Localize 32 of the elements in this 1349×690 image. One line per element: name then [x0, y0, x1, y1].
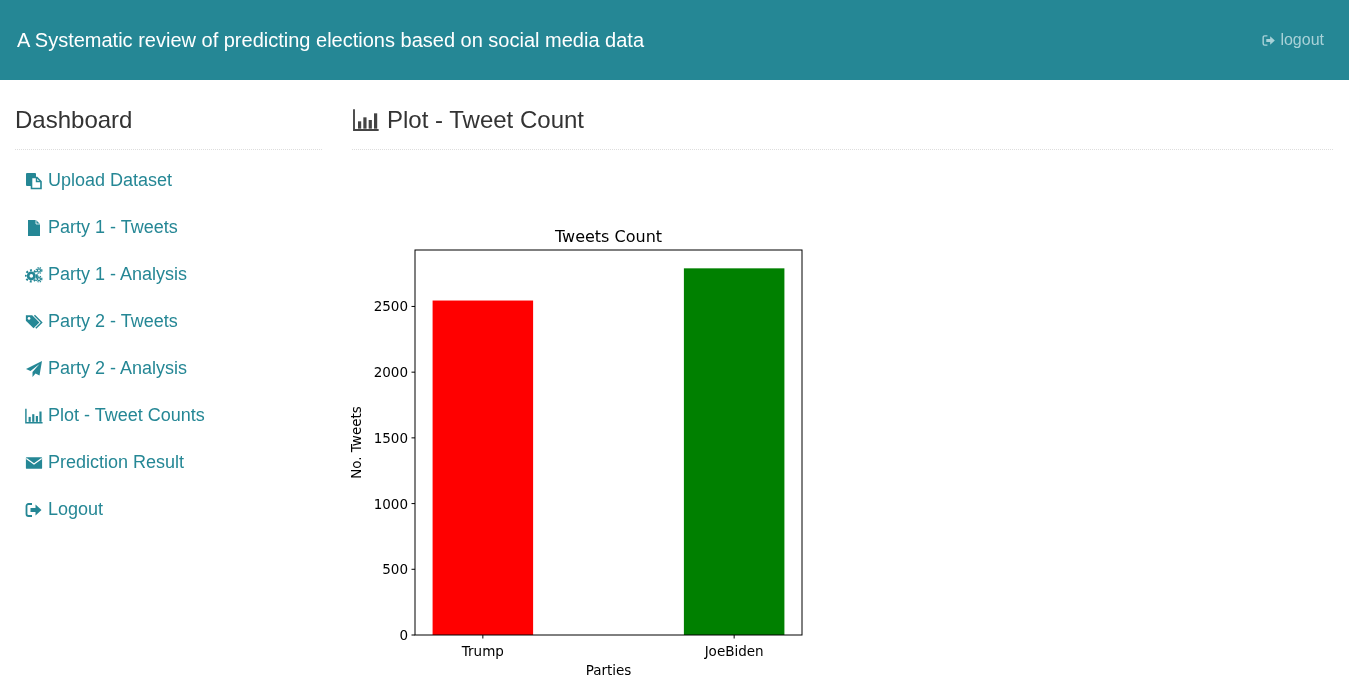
y-tick-label: 1500	[373, 429, 408, 446]
logout-link[interactable]: logout	[1262, 31, 1324, 49]
x-tick-label: Trump	[461, 643, 504, 659]
files-icon	[25, 171, 43, 190]
x-axis-label: Parties	[585, 662, 632, 678]
y-tick-label: 0	[399, 627, 408, 643]
sidebar-link[interactable]: Party 2 - Analysis	[15, 345, 322, 392]
file-icon	[25, 218, 43, 237]
sidebar-link[interactable]: Plot - Tweet Counts	[15, 392, 322, 439]
y-axis-label: No. Tweets	[348, 406, 364, 479]
y-tick-label: 2500	[373, 298, 408, 315]
sidebar-link[interactable]: Upload Dataset	[15, 157, 322, 204]
y-tick-label: 2000	[373, 364, 408, 381]
gears-icon	[25, 265, 43, 284]
bar-chart-icon	[25, 406, 43, 425]
exit-arrow-icon	[1262, 33, 1277, 47]
sidebar-title: Dashboard	[15, 105, 133, 135]
page-heading: Plot - Tweet Count	[387, 105, 584, 135]
sidebar-link[interactable]: Prediction Result	[15, 439, 322, 486]
tags-icon	[25, 312, 43, 331]
bar-chart-icon	[352, 108, 380, 132]
sidebar-link[interactable]: Party 1 - Tweets	[15, 204, 322, 251]
paper-plane-icon	[25, 359, 43, 378]
sidebar-link[interactable]: Logout	[15, 486, 322, 533]
sidebar-link[interactable]: Party 2 - Tweets	[15, 298, 322, 345]
y-tick-label: 500	[382, 561, 408, 578]
exit-arrow-icon	[25, 500, 43, 519]
sidebar-link[interactable]: Party 1 - Analysis	[15, 251, 322, 298]
y-tick-label: 1000	[373, 495, 408, 512]
chart-title: Tweets Count	[554, 227, 663, 246]
x-tick-label: JoeBiden	[704, 643, 764, 659]
app-title: A Systematic review of predicting elections based on social media data	[17, 28, 644, 52]
